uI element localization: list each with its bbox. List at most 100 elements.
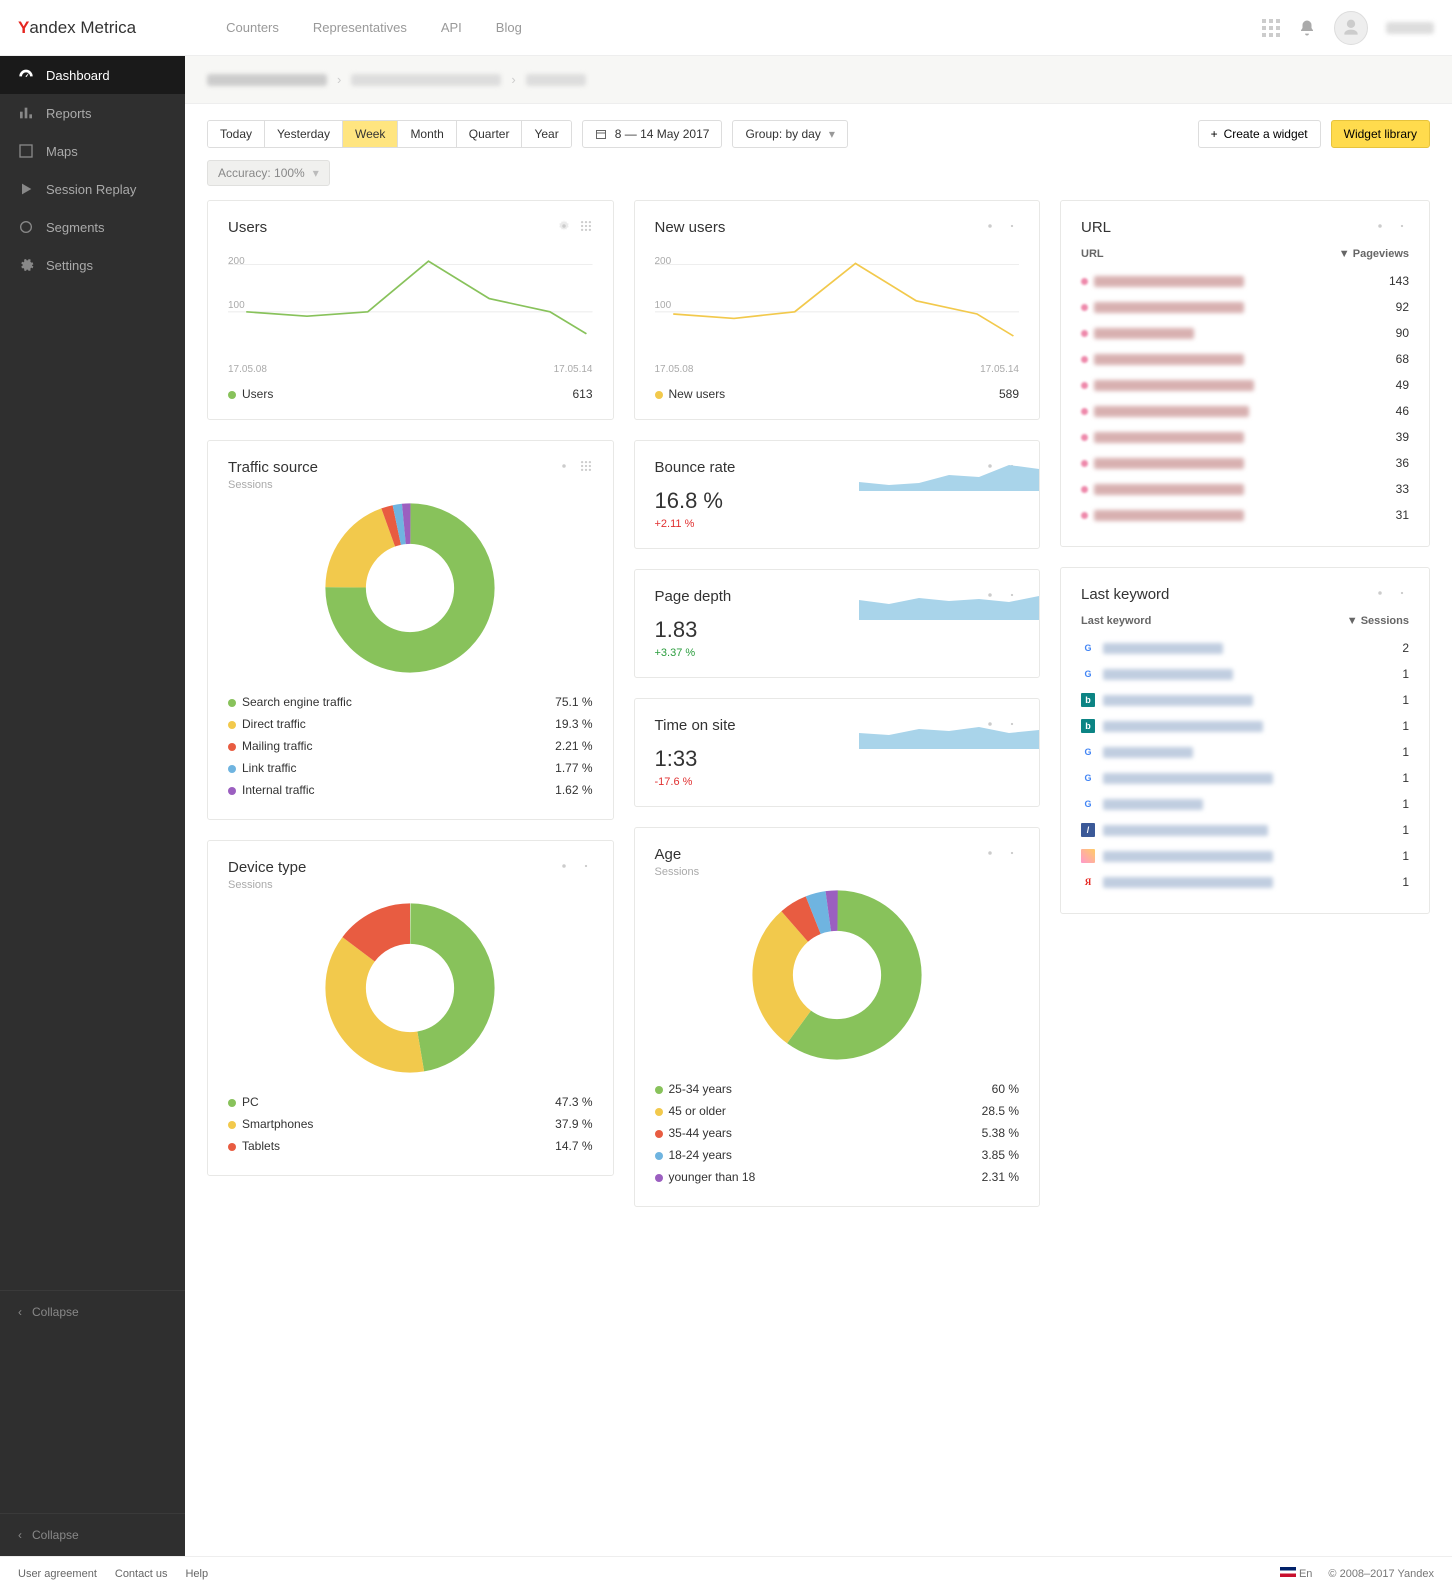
topnav-representatives[interactable]: Representatives — [313, 20, 407, 35]
table-row[interactable]: G1 — [1081, 765, 1409, 791]
grip-icon[interactable] — [1395, 586, 1409, 600]
bounce-sparkline — [859, 447, 1039, 491]
accuracy-dropdown[interactable]: Accuracy: 100% ▾ — [207, 160, 330, 186]
table-row[interactable]: 90 — [1081, 320, 1409, 346]
copyright: © 2008–2017 Yandex — [1328, 1568, 1434, 1580]
traffic-source-card: Traffic source Sessions — [207, 440, 614, 820]
main: › › Today Yesterday Week Month Quarter Y… — [185, 56, 1452, 1556]
table-row[interactable]: 33 — [1081, 476, 1409, 502]
new-users-chart: 200 100 — [655, 248, 1020, 358]
table-row[interactable]: 92 — [1081, 294, 1409, 320]
sidebar-item-segments[interactable]: Segments — [0, 208, 185, 246]
footer-help[interactable]: Help — [185, 1568, 208, 1580]
table-row[interactable]: 49 — [1081, 372, 1409, 398]
topnav-counters[interactable]: Counters — [226, 20, 279, 35]
col-pageviews[interactable]: ▼ Pageviews — [1339, 248, 1409, 260]
card-title: Traffic source — [228, 459, 318, 476]
table-row[interactable]: /1 — [1081, 817, 1409, 843]
table-row[interactable]: G1 — [1081, 661, 1409, 687]
table-row[interactable]: 39 — [1081, 424, 1409, 450]
table-row[interactable]: b1 — [1081, 713, 1409, 739]
sidebar-label: Reports — [46, 106, 92, 121]
brand-rest: andex Metrica — [29, 18, 136, 37]
sidebar-collapse-2[interactable]: ‹ Collapse — [0, 1513, 185, 1556]
table-row[interactable]: G1 — [1081, 739, 1409, 765]
new-users-total: 589 — [999, 387, 1019, 401]
breadcrumb-id — [526, 74, 586, 86]
sidebar-item-settings[interactable]: Settings — [0, 246, 185, 284]
grip-icon[interactable] — [1395, 219, 1409, 233]
grip-icon[interactable] — [579, 219, 593, 233]
topbar-right — [1262, 11, 1434, 45]
table-row[interactable]: 143 — [1081, 268, 1409, 294]
avatar[interactable] — [1334, 11, 1368, 45]
table-row[interactable]: 1 — [1081, 843, 1409, 869]
toolbar: Today Yesterday Week Month Quarter Year … — [185, 104, 1452, 156]
brand-logo[interactable]: Yandex Metrica — [18, 18, 136, 38]
range-yesterday[interactable]: Yesterday — [265, 121, 343, 147]
sidebar-label: Settings — [46, 258, 93, 273]
sidebar-collapse-1[interactable]: ‹ Collapse — [0, 1290, 185, 1333]
table-row[interactable]: 68 — [1081, 346, 1409, 372]
card-title: Age — [655, 846, 700, 863]
table-row[interactable]: Я1 — [1081, 869, 1409, 895]
gear-icon[interactable] — [1373, 586, 1387, 600]
group-dropdown[interactable]: Group: by day ▾ — [732, 120, 847, 148]
gear-icon[interactable] — [983, 219, 997, 233]
card-title: Last keyword — [1081, 586, 1169, 603]
gear-icon[interactable] — [557, 459, 571, 473]
sidebar-item-session-replay[interactable]: Session Replay — [0, 170, 185, 208]
gear-icon[interactable] — [557, 219, 571, 233]
range-quarter[interactable]: Quarter — [457, 121, 523, 147]
grip-icon[interactable] — [1005, 846, 1019, 860]
card-title: Time on site — [655, 717, 736, 734]
table-row[interactable]: 36 — [1081, 450, 1409, 476]
topbar: Yandex Metrica Counters Representatives … — [0, 0, 1452, 56]
grip-icon[interactable] — [579, 859, 593, 873]
table-row[interactable]: 31 — [1081, 502, 1409, 528]
breadcrumb: › › — [185, 56, 1452, 104]
keyword-card: Last keyword Last keyword ▼ Sessions G2G… — [1060, 567, 1430, 914]
lang-switch[interactable]: En — [1280, 1567, 1313, 1580]
gear-icon[interactable] — [557, 859, 571, 873]
range-month[interactable]: Month — [398, 121, 456, 147]
col-url[interactable]: URL — [1081, 248, 1104, 260]
create-widget-button[interactable]: + Create a widget — [1198, 120, 1321, 148]
table-row[interactable]: G2 — [1081, 635, 1409, 661]
legend-item: Smartphones37.9 % — [228, 1113, 593, 1135]
gear-icon[interactable] — [1373, 219, 1387, 233]
breadcrumb-site — [207, 74, 327, 86]
topnav: Counters Representatives API Blog — [226, 20, 522, 35]
sidebar-item-maps[interactable]: Maps — [0, 132, 185, 170]
table-row[interactable]: b1 — [1081, 687, 1409, 713]
topnav-api[interactable]: API — [441, 20, 462, 35]
sidebar-item-dashboard[interactable]: Dashboard — [0, 56, 185, 94]
topnav-blog[interactable]: Blog — [496, 20, 522, 35]
apps-icon[interactable] — [1262, 19, 1280, 37]
sidebar: Dashboard Reports Maps Session Replay Se… — [0, 56, 185, 1556]
bars-icon — [18, 105, 34, 121]
depth-sparkline — [859, 576, 1039, 620]
range-year[interactable]: Year — [522, 121, 570, 147]
bell-icon[interactable] — [1298, 19, 1316, 37]
range-week[interactable]: Week — [343, 121, 398, 147]
users-card: Users 200 100 — [207, 200, 614, 420]
footer: User agreement Contact us Help En © 2008… — [0, 1556, 1452, 1590]
footer-contact-us[interactable]: Contact us — [115, 1568, 168, 1580]
date-picker[interactable]: 8 — 14 May 2017 — [582, 120, 723, 148]
col-keyword[interactable]: Last keyword — [1081, 615, 1151, 627]
footer-user-agreement[interactable]: User agreement — [18, 1568, 97, 1580]
table-row[interactable]: 46 — [1081, 398, 1409, 424]
col-sessions[interactable]: ▼ Sessions — [1347, 615, 1409, 627]
legend-item: 25-34 years60 % — [655, 1078, 1020, 1100]
grip-icon[interactable] — [1005, 219, 1019, 233]
table-row[interactable]: G1 — [1081, 791, 1409, 817]
sidebar-item-reports[interactable]: Reports — [0, 94, 185, 132]
range-today[interactable]: Today — [208, 121, 265, 147]
widget-library-button[interactable]: Widget library — [1331, 120, 1430, 148]
legend-item: younger than 182.31 % — [655, 1166, 1020, 1188]
breadcrumb-domain — [351, 74, 501, 86]
gear-icon[interactable] — [983, 846, 997, 860]
legend-item: Link traffic1.77 % — [228, 757, 593, 779]
grip-icon[interactable] — [579, 459, 593, 473]
